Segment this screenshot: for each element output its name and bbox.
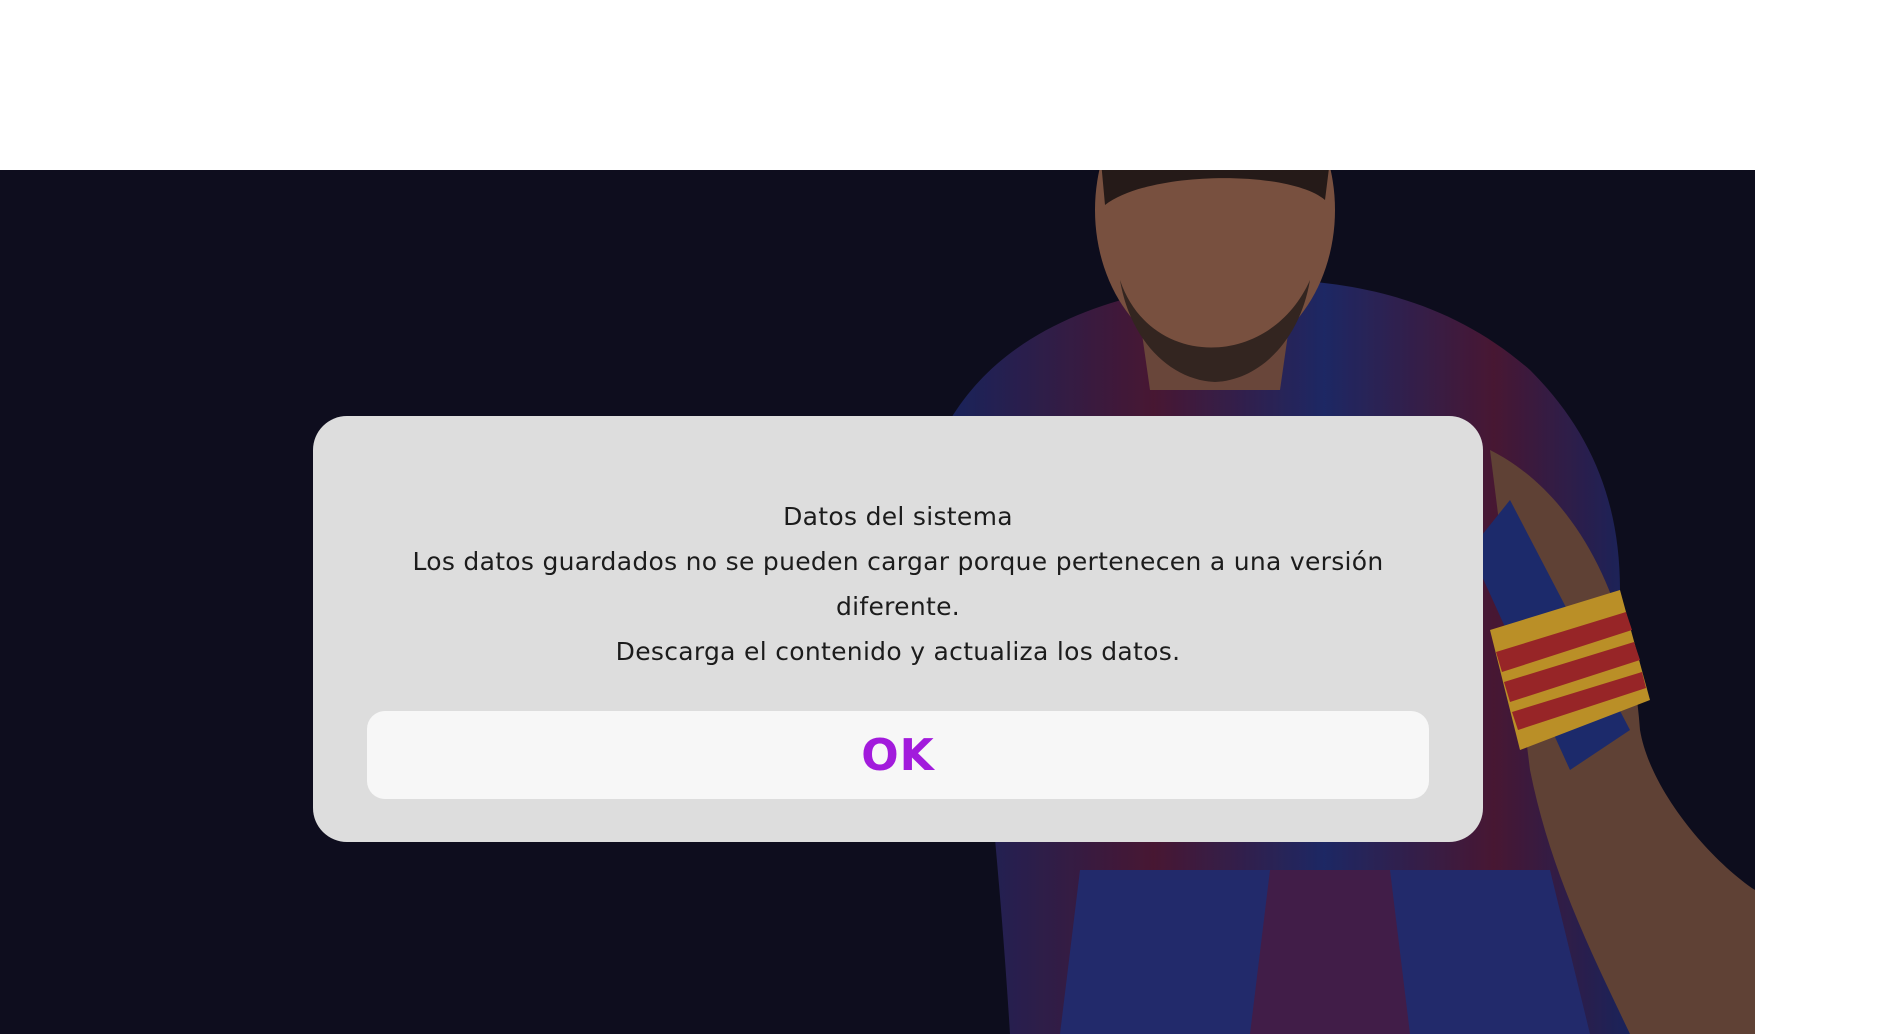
system-data-dialog: Datos del sistema Los datos guardados no… xyxy=(313,416,1483,842)
page: Datos del sistema Los datos guardados no… xyxy=(0,0,1879,1034)
dialog-message: Datos del sistema Los datos guardados no… xyxy=(373,494,1423,674)
dialog-title: Datos del sistema xyxy=(783,502,1013,531)
dialog-message-line-2: Descarga el contenido y actualiza los da… xyxy=(615,637,1181,666)
game-screen: Datos del sistema Los datos guardados no… xyxy=(0,170,1755,1034)
dialog-message-line-1: Los datos guardados no se pueden cargar … xyxy=(412,547,1384,621)
ok-button-label: OK xyxy=(861,729,935,781)
ok-button[interactable]: OK xyxy=(367,711,1429,799)
